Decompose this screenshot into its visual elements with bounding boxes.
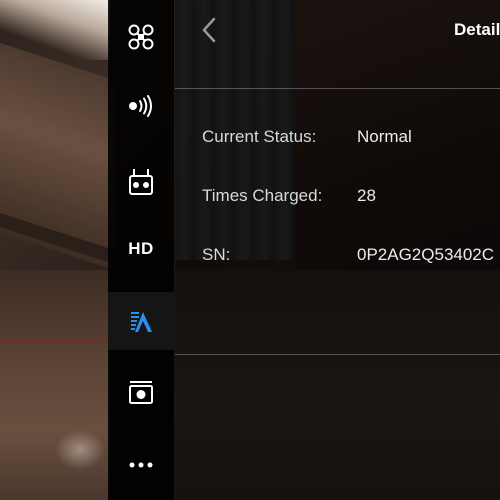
drone-icon [128,24,154,50]
sidebar-item-remote-controller[interactable] [108,153,174,211]
header-divider [175,88,500,89]
detail-label: SN: [202,245,231,264]
detail-value: 28 [357,186,376,205]
detail-label: Current Status: [202,127,317,146]
details-header: Details [175,0,500,60]
signal-broadcast-icon [129,95,152,117]
settings-sidebar: HD [108,0,174,500]
detail-value: 0P2AG2Q53402C [357,245,495,264]
detail-row-current-status: Current Status: Normal [202,127,500,151]
remote-controller-icon [129,169,153,195]
page-title: Details [454,20,500,39]
detail-label: Times Charged: [202,186,323,205]
detail-value: Normal [357,127,412,146]
sidebar-item-camera[interactable] [108,363,174,421]
detail-row-times-charged: Times Charged: 28 [202,186,500,210]
chevron-left-icon [202,17,216,43]
camera-feed-glint [55,430,105,470]
camera-feed-line [0,340,108,342]
back-button[interactable] [197,14,221,46]
battery-icon [131,312,152,332]
details-bottom-divider [175,354,500,355]
sidebar-item-battery[interactable] [108,292,174,350]
camera-icon [129,381,153,404]
more-icon [129,462,153,468]
detail-row-sn: SN: 0P2AG2Q53402C [202,245,500,269]
details-panel: Details Current Status: Normal Times Cha… [174,0,500,500]
sidebar-item-aircraft[interactable] [108,8,174,66]
sidebar-item-signal[interactable] [108,77,174,135]
sidebar-item-more[interactable] [108,436,174,494]
sidebar-item-hd[interactable]: HD [108,220,174,278]
hd-label: HD [128,239,154,258]
